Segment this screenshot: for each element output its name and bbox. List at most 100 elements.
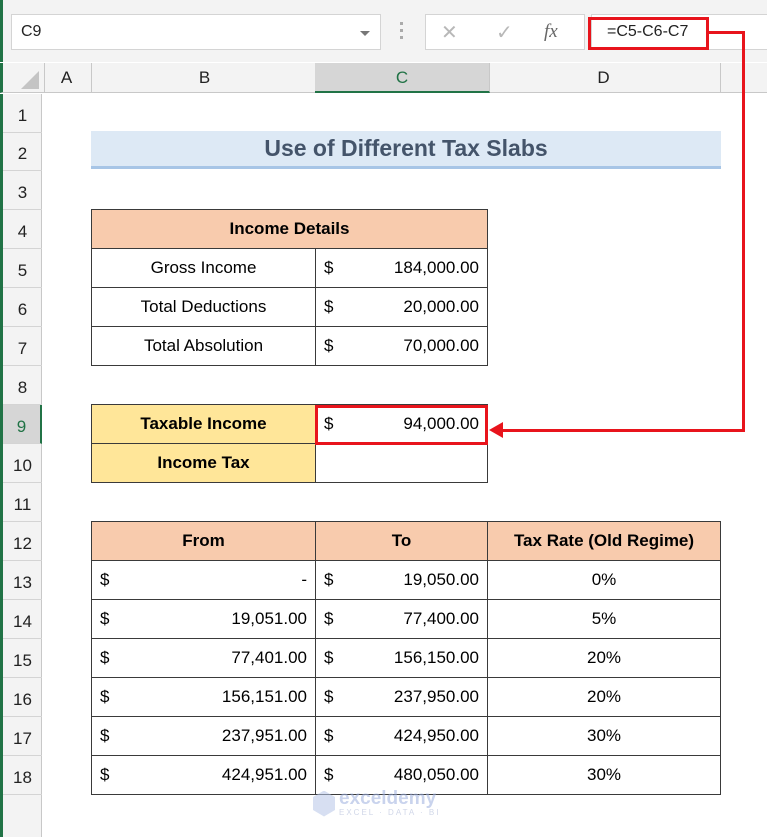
from-cell[interactable]: $77,401.00 bbox=[91, 638, 316, 678]
watermark-tagline: EXCEL · DATA · BI bbox=[339, 808, 441, 817]
currency-symbol: $ bbox=[100, 765, 110, 784]
total-absolution-value: 70,000.00 bbox=[403, 336, 479, 355]
tax-rate-cell[interactable]: 20% bbox=[487, 677, 721, 717]
row-header-8[interactable]: 8 bbox=[3, 366, 42, 405]
name-box-value: C9 bbox=[21, 23, 42, 40]
tax-rate-cell[interactable]: 30% bbox=[487, 755, 721, 795]
currency-symbol: $ bbox=[324, 297, 334, 316]
total-deductions-value: 20,000.00 bbox=[403, 297, 479, 316]
currency-symbol: $ bbox=[324, 570, 334, 589]
row-header-15[interactable]: 15 bbox=[3, 639, 42, 678]
currency-symbol: $ bbox=[100, 609, 110, 628]
total-deductions-cell[interactable]: $20,000.00 bbox=[315, 287, 488, 327]
currency-symbol: $ bbox=[324, 687, 334, 706]
select-all-button[interactable] bbox=[6, 63, 45, 93]
tax-rate-cell[interactable]: 5% bbox=[487, 599, 721, 639]
to-value: 156,150.00 bbox=[393, 648, 479, 667]
tax-rate-cell[interactable]: 30% bbox=[487, 716, 721, 756]
row-header-17[interactable]: 17 bbox=[3, 717, 42, 756]
watermark-name: exceldemy bbox=[339, 788, 437, 809]
check-icon[interactable]: ✓ bbox=[496, 20, 513, 45]
row-header-14[interactable]: 14 bbox=[3, 600, 42, 639]
tax-rate-cell[interactable]: 0% bbox=[487, 560, 721, 600]
annotation-line bbox=[500, 429, 745, 432]
row-header-4[interactable]: 4 bbox=[3, 210, 42, 249]
from-value: 156,151.00 bbox=[221, 687, 307, 706]
watermark: exceldemy EXCEL · DATA · BI bbox=[313, 788, 441, 817]
row-header-10[interactable]: 10 bbox=[3, 444, 42, 483]
table-row: Gross Income $184,000.00 bbox=[91, 248, 488, 288]
column-headers: A B C D bbox=[0, 63, 767, 93]
annotation-line bbox=[709, 31, 745, 34]
from-value: - bbox=[301, 570, 307, 589]
currency-symbol: $ bbox=[324, 765, 334, 784]
from-cell[interactable]: $237,951.00 bbox=[91, 716, 316, 756]
column-header-c[interactable]: C bbox=[315, 63, 490, 93]
table-row: $77,401.00 $156,150.00 20% bbox=[91, 638, 721, 678]
income-tax-label[interactable]: Income Tax bbox=[91, 443, 316, 483]
from-cell[interactable]: $156,151.00 bbox=[91, 677, 316, 717]
table-row: $237,951.00 $424,950.00 30% bbox=[91, 716, 721, 756]
table-row: $156,151.00 $237,950.00 20% bbox=[91, 677, 721, 717]
cancel-icon[interactable]: ✕ bbox=[441, 20, 458, 45]
name-box[interactable]: C9 bbox=[11, 14, 381, 50]
to-value: 237,950.00 bbox=[393, 687, 479, 706]
currency-symbol: $ bbox=[324, 258, 334, 277]
sheet-title: Use of Different Tax Slabs bbox=[264, 135, 548, 161]
table-row: $19,051.00 $77,400.00 5% bbox=[91, 599, 721, 639]
currency-symbol: $ bbox=[324, 609, 334, 628]
annotation-line bbox=[742, 31, 745, 432]
total-absolution-cell[interactable]: $70,000.00 bbox=[315, 326, 488, 366]
row-header-5[interactable]: 5 bbox=[3, 249, 42, 288]
from-cell[interactable]: $424,951.00 bbox=[91, 755, 316, 795]
row-header-1[interactable]: 1 bbox=[3, 94, 42, 133]
row-header-12[interactable]: 12 bbox=[3, 522, 42, 561]
gross-income-cell[interactable]: $184,000.00 bbox=[315, 248, 488, 288]
to-cell[interactable]: $19,050.00 bbox=[315, 560, 488, 600]
currency-symbol: $ bbox=[324, 336, 334, 355]
income-details-header: Income Details bbox=[91, 209, 488, 249]
chevron-down-icon[interactable] bbox=[360, 31, 370, 36]
taxable-income-label[interactable]: Taxable Income bbox=[91, 404, 316, 444]
formula-buttons: ✕ ✓ fx bbox=[425, 14, 585, 50]
tax-rate-cell[interactable]: 20% bbox=[487, 638, 721, 678]
cell-highlight-box bbox=[315, 405, 488, 445]
to-cell[interactable]: $424,950.00 bbox=[315, 716, 488, 756]
row-header-6[interactable]: 6 bbox=[3, 288, 42, 327]
row-header-16[interactable]: 16 bbox=[3, 678, 42, 717]
row-header-7[interactable]: 7 bbox=[3, 327, 42, 366]
insert-function-icon[interactable]: fx bbox=[544, 21, 558, 43]
table-row: Total Absolution $70,000.00 bbox=[91, 326, 488, 366]
to-cell[interactable]: $156,150.00 bbox=[315, 638, 488, 678]
exceldemy-logo-icon bbox=[313, 790, 335, 817]
row-header-11[interactable]: 11 bbox=[3, 483, 42, 522]
row-header-18[interactable]: 18 bbox=[3, 756, 42, 795]
total-deductions-label[interactable]: Total Deductions bbox=[91, 287, 316, 327]
gross-income-value: 184,000.00 bbox=[393, 258, 479, 277]
to-value: 424,950.00 bbox=[393, 726, 479, 745]
row-header-3[interactable]: 3 bbox=[3, 171, 42, 210]
column-header-d[interactable]: D bbox=[487, 63, 721, 93]
from-value: 77,401.00 bbox=[231, 648, 307, 667]
from-value: 237,951.00 bbox=[221, 726, 307, 745]
drag-handle-icon[interactable] bbox=[400, 22, 404, 42]
column-header-a[interactable]: A bbox=[42, 63, 92, 93]
total-absolution-label[interactable]: Total Absolution bbox=[91, 326, 316, 366]
to-value: 480,050.00 bbox=[393, 765, 479, 784]
row-header-2[interactable]: 2 bbox=[3, 132, 42, 171]
currency-symbol: $ bbox=[324, 726, 334, 745]
gross-income-label[interactable]: Gross Income bbox=[91, 248, 316, 288]
from-cell[interactable]: $19,051.00 bbox=[91, 599, 316, 639]
to-cell[interactable]: $237,950.00 bbox=[315, 677, 488, 717]
currency-symbol: $ bbox=[100, 687, 110, 706]
to-cell[interactable]: $77,400.00 bbox=[315, 599, 488, 639]
from-cell[interactable]: $ - bbox=[91, 560, 316, 600]
row-header-9[interactable]: 9 bbox=[3, 405, 42, 444]
currency-symbol: $ bbox=[100, 648, 110, 667]
tax-slabs-table: From To Tax Rate (Old Regime) $ - $19,050.… bbox=[91, 521, 721, 795]
currency-symbol: $ bbox=[324, 648, 334, 667]
title-banner: Use of Different Tax Slabs bbox=[91, 131, 721, 169]
column-header-b[interactable]: B bbox=[92, 63, 318, 93]
income-tax-cell[interactable] bbox=[315, 443, 488, 483]
row-header-13[interactable]: 13 bbox=[3, 561, 42, 600]
